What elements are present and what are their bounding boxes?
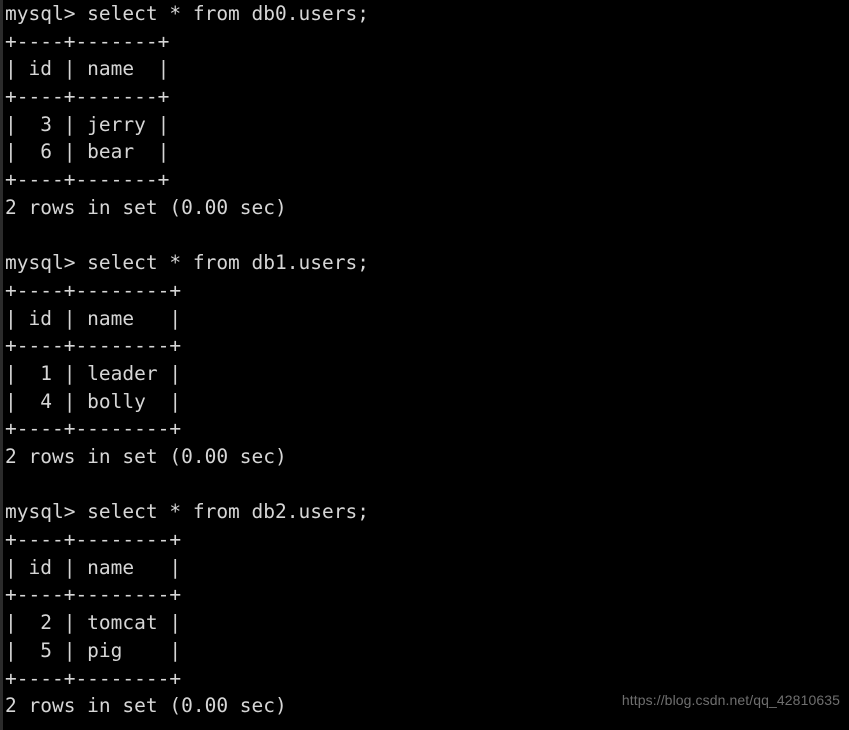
terminal-window[interactable]: mysql> select * from db0.users; +----+--… [0,0,849,730]
table-separator-top: +----+--------+ [5,278,182,302]
table-row: | 3 | jerry | [5,112,170,136]
table-separator-bottom: +----+--------+ [5,417,182,441]
table-separator-bottom: +----+--------+ [5,666,182,690]
watermark: https://blog.csdn.net/qq_42810635 [621,692,840,708]
table-separator-header: +----+--------+ [5,583,182,607]
table-header-row: | id | name | [5,57,170,81]
table-separator-bottom: +----+-------+ [5,168,170,192]
result-status: 2 rows in set (0.00 sec) [5,195,287,219]
window-left-edge [0,0,3,730]
table-row: | 4 | bolly | [5,389,182,413]
command-line: mysql> select * from db1.users; [5,251,369,275]
terminal-output-area[interactable]: mysql> select * from db0.users; +----+--… [5,0,849,730]
command-line: mysql> select * from db0.users; [5,2,369,25]
command-line: mysql> select * from db2.users; [5,500,369,524]
table-row: | 1 | leader | [5,361,182,385]
table-row: | 6 | bear | [5,140,170,164]
table-row: | 2 | tomcat | [5,611,182,635]
table-row: | 5 | pig | [5,638,182,662]
table-header-row: | id | name | [5,306,182,330]
table-separator-header: +----+-------+ [5,85,170,109]
table-header-row: | id | name | [5,555,182,579]
table-separator-header: +----+--------+ [5,334,182,358]
table-separator-top: +----+--------+ [5,528,182,552]
result-status: 2 rows in set (0.00 sec) [5,445,287,468]
table-separator-top: +----+-------+ [5,29,170,53]
